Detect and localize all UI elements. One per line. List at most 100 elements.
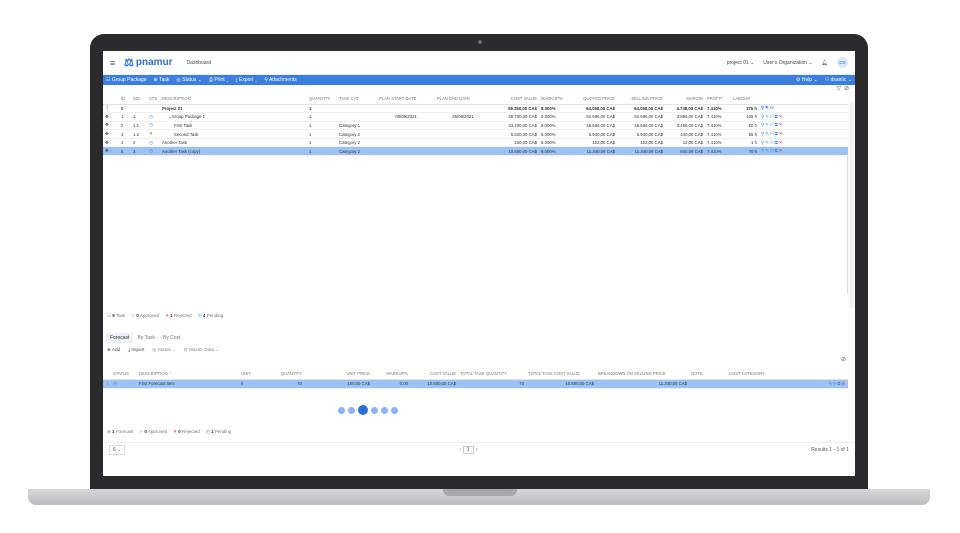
col-sid[interactable]: SID bbox=[131, 94, 147, 105]
delete-icon[interactable]: ✕ bbox=[779, 122, 784, 127]
col-unit[interactable]: UNIT bbox=[239, 369, 269, 380]
col-margin[interactable]: MARGIN bbox=[665, 94, 705, 105]
prev-page-icon[interactable]: ‹ bbox=[459, 447, 461, 453]
col-note[interactable]: NOTE bbox=[689, 369, 727, 380]
page-size-select[interactable]: 6 ⌄ bbox=[109, 445, 126, 455]
export-menu[interactable]: ⤓ Export ⌄ bbox=[235, 77, 257, 83]
col-cost-value[interactable]: COST VALUE bbox=[491, 94, 539, 105]
scales-icon: ⚖ bbox=[124, 57, 134, 69]
drag-handle-icon[interactable]: ⋮ bbox=[103, 104, 119, 114]
col-quoted-price[interactable]: QUOTED PRICE bbox=[569, 94, 617, 105]
col-plan-start[interactable]: PLAN START DATE bbox=[377, 94, 435, 105]
table-row[interactable]: ✥⋮ 1 1 ◷ ⌄Group Package 1 1 08/09/2021 2… bbox=[103, 112, 848, 122]
drag-handle-icon[interactable]: ✥⋮ bbox=[103, 138, 119, 148]
drag-handle-icon[interactable]: ✥⋮ bbox=[103, 112, 119, 122]
user-menu[interactable]: ⚇ dsantic ⌄ bbox=[825, 77, 852, 83]
cell-description[interactable]: ⌄Group Package 1 bbox=[160, 112, 307, 122]
col-quantity[interactable]: QUANTITY bbox=[307, 94, 337, 105]
cell-id: 5 bbox=[119, 146, 131, 157]
drag-handle-icon[interactable]: ✥⋮ bbox=[103, 121, 119, 131]
col-actions bbox=[797, 369, 848, 380]
add-button[interactable]: ⊕ Add bbox=[107, 347, 120, 353]
carousel-dot[interactable] bbox=[338, 406, 345, 414]
col-breakdown-selling[interactable]: BREAKDOWN ON SELLING PRICE bbox=[596, 369, 689, 380]
forecast-grid: STATUS DESCRIPTION ⌃ UNIT QUANTITY UNIT … bbox=[103, 369, 848, 389]
col-profit[interactable]: PROFIT bbox=[705, 94, 731, 105]
grid-scrollbar[interactable] bbox=[849, 103, 854, 308]
table-row[interactable]: ⋮ 0 Project 01 1 59.350,00 CA$ 8.000% 64… bbox=[103, 104, 848, 114]
print-menu[interactable]: ⎙ Print ⌄ bbox=[209, 77, 228, 83]
task-count: 5 bbox=[112, 313, 115, 318]
col-total-task-quantity[interactable]: TOTAL TASK QUANTITY bbox=[458, 369, 526, 380]
status-menu[interactable]: ◎ Status ⌄ bbox=[176, 77, 202, 83]
table-row[interactable]: ✥⋮ 3 1.2 ✕ Second Task 1 Category 2 5.50… bbox=[103, 129, 848, 139]
import-button[interactable]: ⤓ Import bbox=[128, 347, 144, 353]
group-package-button[interactable]: ☷ Group Package bbox=[106, 77, 147, 83]
task-button[interactable]: ⊕ Task bbox=[154, 77, 170, 83]
cell-quantity: 1 bbox=[307, 138, 337, 148]
drag-handle-icon[interactable]: ✥⋮ bbox=[103, 129, 119, 139]
attachments-button[interactable]: ⚲ Attachments bbox=[264, 77, 297, 83]
carousel-dot[interactable] bbox=[371, 406, 378, 414]
forecast-row-selected[interactable]: ⋮ ◷ First Forecast Item h 70 150,00 CA$ … bbox=[103, 379, 848, 389]
cell-markup: 8.000% bbox=[539, 129, 569, 139]
hide-columns-icon[interactable]: ⊘ bbox=[841, 356, 846, 363]
cell-markup: 0,00 bbox=[372, 379, 410, 389]
drag-handle-icon[interactable]: ✥⋮ bbox=[103, 146, 119, 157]
avatar[interactable]: DS bbox=[837, 57, 848, 68]
cell-markup: 8.000% bbox=[539, 138, 569, 148]
col-plan-end[interactable]: PLAN END DATE bbox=[435, 94, 491, 105]
col-cost-category[interactable]: COST CATEGORY bbox=[727, 369, 797, 380]
rejected-count-label: Rejected bbox=[182, 429, 200, 434]
col-status[interactable]: STS bbox=[147, 94, 160, 105]
col-labour[interactable]: LABOUR bbox=[731, 94, 759, 105]
master-data-menu[interactable]: ⊟ Master Data ⌄ bbox=[184, 347, 219, 353]
task-grid: ID SID STS DESCRIPTION QUANTITY TASK CAT… bbox=[103, 94, 848, 157]
drag-handle-icon[interactable]: ⋮ bbox=[103, 379, 111, 389]
status-menu-secondary[interactable]: ◎ Status ⌄ bbox=[152, 347, 175, 353]
delete-icon[interactable]: ✕ bbox=[779, 114, 784, 119]
col-markup[interactable]: MARKUP% bbox=[372, 369, 410, 380]
col-task-cat[interactable]: TASK CAT bbox=[337, 94, 377, 105]
bell-icon[interactable]: 🔔︎ bbox=[822, 60, 828, 66]
col-description[interactable]: DESCRIPTION ⌃ bbox=[137, 369, 239, 380]
col-id[interactable]: ID bbox=[119, 94, 131, 105]
col-markup[interactable]: MARKUP% bbox=[539, 94, 569, 105]
col-quantity[interactable]: QUANTITY bbox=[269, 369, 304, 380]
carousel-dot[interactable] bbox=[381, 406, 388, 414]
cell-plan-end bbox=[435, 138, 491, 148]
table-row[interactable]: ✥⋮ 4 2 ◷ Another Task 1 Category 2 150,0… bbox=[103, 138, 848, 148]
group-package-label: Group Package bbox=[111, 77, 147, 83]
next-page-icon[interactable]: › bbox=[476, 447, 478, 453]
col-description[interactable]: DESCRIPTION bbox=[160, 94, 307, 105]
col-cost-value[interactable]: COST VALUE bbox=[410, 369, 458, 380]
hide-columns-icon[interactable]: ⊘ bbox=[844, 85, 849, 94]
col-total-task-cost-value[interactable]: TOTAL TASK COST VALUE bbox=[526, 369, 596, 380]
col-status[interactable]: STATUS bbox=[111, 369, 137, 380]
table-row[interactable]: ✥⋮ 2 1.1 ◷ First Task 1 Category 1 43.20… bbox=[103, 121, 848, 131]
project-select[interactable]: project 01 ⌄ bbox=[727, 60, 755, 66]
camera-dot bbox=[478, 40, 482, 44]
col-unit-price[interactable]: UNIT PRICE bbox=[304, 369, 372, 380]
nav-dashboard-link[interactable]: Dashboard bbox=[187, 60, 211, 66]
users-icon[interactable]: ⚇ bbox=[770, 105, 775, 110]
organization-select[interactable]: User's Organization ⌄ bbox=[763, 60, 812, 66]
current-page[interactable]: 1 bbox=[462, 446, 474, 454]
help-menu[interactable]: ⚙ Help ⌄ bbox=[796, 77, 818, 83]
app-logo[interactable]: ⚖ pnamur bbox=[124, 56, 173, 69]
tab-by-task[interactable]: By Task bbox=[133, 333, 158, 343]
delete-icon[interactable]: ⊖ bbox=[841, 381, 846, 386]
delete-icon[interactable]: ✕ bbox=[779, 148, 784, 153]
tab-forecast[interactable]: Forecast bbox=[106, 333, 134, 343]
col-selling-price[interactable]: SELLING PRICE bbox=[617, 94, 665, 105]
carousel-dot[interactable] bbox=[348, 406, 355, 414]
delete-icon[interactable]: ✕ bbox=[779, 140, 784, 145]
cell-selling-price: 11.340,00 CA$ bbox=[617, 146, 665, 157]
tab-by-cost[interactable]: By Cost bbox=[159, 333, 185, 343]
filter-icon[interactable]: ▽ bbox=[836, 85, 841, 94]
table-row-selected[interactable]: ✥⋮ 5 3 ◷ Another Task (copy) 1 Category … bbox=[103, 146, 848, 157]
carousel-dot-active[interactable] bbox=[358, 405, 368, 415]
carousel-dot[interactable] bbox=[391, 406, 398, 414]
menu-icon[interactable]: ≡ bbox=[110, 58, 124, 68]
delete-icon[interactable]: ✕ bbox=[779, 131, 784, 136]
